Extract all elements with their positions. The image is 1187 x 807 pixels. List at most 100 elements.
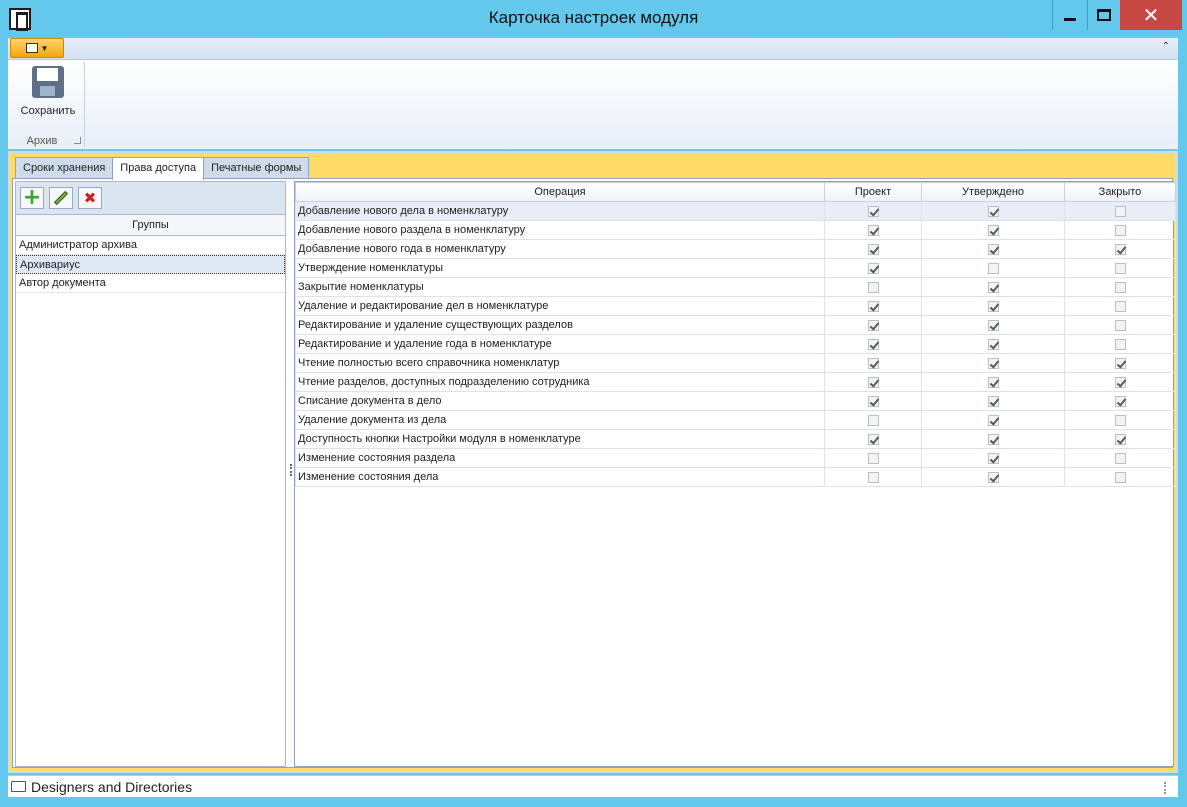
column-header-operation[interactable]: Операция [295,182,825,202]
table-row[interactable]: Чтение полностью всего справочника номен… [295,353,1176,373]
edit-group-button[interactable] [49,187,73,209]
closed-checkbox[interactable] [1114,319,1126,331]
maximize-button[interactable] [1087,0,1120,30]
project-checkbox[interactable] [867,281,879,293]
table-row[interactable]: Добавление нового раздела в номенклатуру [295,220,1176,240]
table-row[interactable]: Редактирование и удаление года в номенкл… [295,334,1176,354]
column-header-project[interactable]: Проект [824,182,922,202]
table-row[interactable]: Закрытие номенклатуры [295,277,1176,297]
closed-checkbox[interactable] [1114,414,1126,426]
table-row[interactable]: Добавление нового года в номенклатуру [295,239,1176,259]
closed-cell [1064,296,1176,316]
table-row[interactable]: Добавление нового дела в номенклатуру [295,201,1176,221]
save-button-label: Сохранить [20,105,76,117]
ribbon-collapse-icon[interactable]: ⌃ [1162,41,1170,52]
table-row[interactable]: Изменение состояния дела [295,467,1176,487]
closed-checkbox[interactable] [1114,281,1126,293]
project-checkbox[interactable] [867,319,879,331]
approved-checkbox[interactable] [987,205,999,217]
operation-cell: Списание документа в дело [295,391,825,411]
group-row-selected[interactable]: Архивариус [16,255,285,274]
close-button[interactable]: ✕ [1120,0,1182,30]
table-row[interactable]: Редактирование и удаление существующих р… [295,315,1176,335]
table-row[interactable]: Доступность кнопки Настройки модуля в но… [295,429,1176,449]
closed-checkbox[interactable] [1114,243,1126,255]
ribbon-group-archive: Сохранить Архив [12,62,85,148]
permissions-grid: Операция Проект Утверждено Закрыто Добав… [294,181,1176,767]
resize-grip-icon[interactable] [1164,782,1174,794]
group-row[interactable]: Администратор архива [16,236,285,255]
project-checkbox[interactable] [867,357,879,369]
closed-checkbox[interactable] [1114,395,1126,407]
tab-access-rights[interactable]: Права доступа [112,157,205,180]
tab-print-forms[interactable]: Печатные формы [203,157,310,179]
approved-checkbox[interactable] [987,395,999,407]
project-checkbox[interactable] [867,471,879,483]
table-row[interactable]: Удаление документа из дела [295,410,1176,430]
column-header-approved[interactable]: Утверждено [921,182,1065,202]
project-checkbox[interactable] [867,414,879,426]
table-row[interactable]: Чтение разделов, доступных подразделению… [295,372,1176,392]
table-row[interactable]: Утверждение номенклатуры [295,258,1176,278]
project-cell [824,296,922,316]
closed-checkbox[interactable] [1114,300,1126,312]
operation-cell: Изменение состояния раздела [295,448,825,468]
closed-checkbox[interactable] [1114,471,1126,483]
closed-checkbox[interactable] [1114,205,1126,217]
delete-icon: ✖ [83,189,97,207]
application-menu-button[interactable]: ▼ [10,38,64,58]
project-checkbox[interactable] [867,262,879,274]
project-checkbox[interactable] [867,395,879,407]
column-header-closed[interactable]: Закрыто [1064,182,1176,202]
save-button[interactable]: Сохранить [16,64,80,119]
approved-cell [921,410,1065,430]
closed-checkbox[interactable] [1114,376,1126,388]
operation-cell: Доступность кнопки Настройки модуля в но… [295,429,825,449]
approved-checkbox[interactable] [987,319,999,331]
project-cell [824,201,922,221]
approved-checkbox[interactable] [987,338,999,350]
approved-checkbox[interactable] [987,224,999,236]
project-checkbox[interactable] [867,300,879,312]
tab-retention-periods[interactable]: Сроки хранения [15,157,114,179]
minimize-icon [1064,17,1076,21]
project-checkbox[interactable] [867,433,879,445]
closed-checkbox[interactable] [1114,433,1126,445]
groups-column-header[interactable]: Группы [16,214,285,236]
minimize-button[interactable] [1052,0,1087,30]
closed-checkbox[interactable] [1114,357,1126,369]
splitter-grip-icon [290,464,292,476]
project-checkbox[interactable] [867,338,879,350]
dialog-launcher-icon[interactable] [74,137,81,144]
table-row[interactable]: Списание документа в дело [295,391,1176,411]
table-row[interactable]: Изменение состояния раздела [295,448,1176,468]
delete-group-button[interactable]: ✖ [78,187,102,209]
closed-checkbox[interactable] [1114,262,1126,274]
approved-checkbox[interactable] [987,471,999,483]
approved-checkbox[interactable] [987,433,999,445]
operation-cell: Редактирование и удаление года в номенкл… [295,334,825,354]
project-checkbox[interactable] [867,243,879,255]
closed-checkbox[interactable] [1114,224,1126,236]
add-group-button[interactable]: + [20,187,44,209]
group-row[interactable]: Автор документа [16,274,285,293]
project-checkbox[interactable] [867,376,879,388]
approved-checkbox[interactable] [987,452,999,464]
approved-checkbox[interactable] [987,262,999,274]
approved-cell [921,277,1065,297]
closed-checkbox[interactable] [1114,452,1126,464]
approved-checkbox[interactable] [987,376,999,388]
approved-checkbox[interactable] [987,243,999,255]
project-checkbox[interactable] [867,452,879,464]
approved-checkbox[interactable] [987,414,999,426]
project-checkbox[interactable] [867,205,879,217]
closed-checkbox[interactable] [1114,338,1126,350]
project-cell [824,448,922,468]
approved-checkbox[interactable] [987,357,999,369]
panel-splitter[interactable] [289,181,293,767]
table-row[interactable]: Удаление и редактирование дел в номенкла… [295,296,1176,316]
approved-checkbox[interactable] [987,300,999,312]
approved-checkbox[interactable] [987,281,999,293]
closed-cell [1064,239,1176,259]
project-checkbox[interactable] [867,224,879,236]
